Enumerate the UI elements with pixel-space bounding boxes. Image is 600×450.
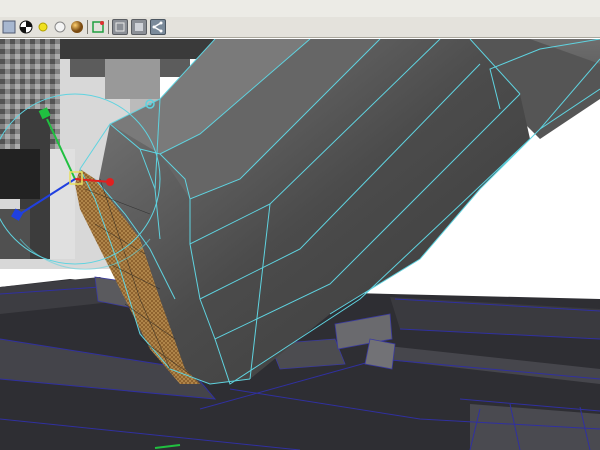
maya-window: [0, 0, 600, 450]
checker-texture-icon[interactable]: [19, 20, 33, 34]
default-light-icon[interactable]: [36, 20, 50, 34]
viewport-3d[interactable]: [0, 39, 600, 450]
toolbar-separator: [108, 20, 109, 34]
x-axis-handle-icon: [106, 178, 114, 186]
share-render-icon[interactable]: [150, 19, 166, 35]
xray-icon[interactable]: [91, 20, 105, 34]
wireframe-shaded-icon[interactable]: [112, 19, 128, 35]
panel-toolbar: [0, 17, 600, 38]
all-lights-icon[interactable]: [53, 20, 67, 34]
smooth-shaded-icon[interactable]: [131, 19, 147, 35]
title-bar: [0, 0, 600, 18]
shaded-sphere-icon[interactable]: [70, 20, 84, 34]
toolbar-separator: [87, 20, 88, 34]
grid-display-icon[interactable]: [2, 20, 16, 34]
